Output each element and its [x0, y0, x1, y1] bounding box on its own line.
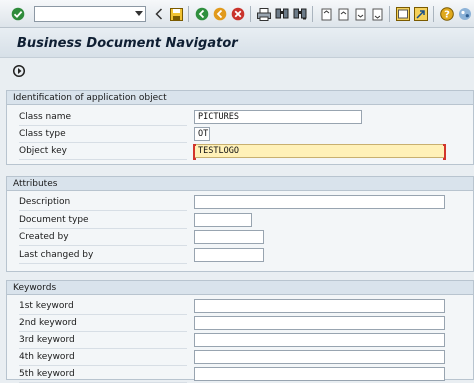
class-name-label: Class name	[19, 109, 187, 126]
keyword-2-label: 2nd keyword	[19, 315, 187, 332]
keyword-5-row: 5th keyword	[7, 366, 473, 383]
created-by-label: Created by	[19, 229, 187, 246]
description-row: Description	[7, 194, 473, 211]
new-session-icon[interactable]	[395, 6, 411, 22]
find-next-icon[interactable]	[292, 6, 308, 22]
layout-menu-icon[interactable]	[457, 6, 473, 22]
document-type-field[interactable]	[194, 213, 252, 227]
save-icon[interactable]	[168, 6, 184, 22]
description-field[interactable]	[194, 195, 445, 209]
keyword-1-row: 1st keyword	[7, 298, 473, 315]
first-page-icon[interactable]	[318, 6, 334, 22]
enter-icon[interactable]	[10, 6, 26, 22]
back-nav-icon[interactable]	[194, 6, 210, 22]
execute-icon[interactable]	[12, 64, 26, 78]
required-marker-left	[193, 144, 196, 160]
keyword-2-field[interactable]	[194, 316, 445, 330]
created-by-field[interactable]	[194, 230, 264, 244]
class-type-field[interactable]: OT	[194, 127, 210, 141]
page-title: Business Document Navigator	[17, 36, 238, 51]
chevron-down-icon[interactable]	[135, 11, 143, 16]
class-type-row: Class type OT	[7, 126, 473, 143]
next-page-icon[interactable]	[352, 6, 368, 22]
description-label: Description	[19, 194, 187, 211]
last-changed-by-label: Last changed by	[19, 247, 187, 264]
cancel-icon[interactable]	[230, 6, 246, 22]
find-icon[interactable]	[274, 6, 290, 22]
class-name-row: Class name PICTURES	[7, 109, 473, 126]
keyword-1-field[interactable]	[194, 299, 445, 313]
last-changed-by-field[interactable]	[194, 248, 264, 262]
command-field[interactable]	[34, 6, 146, 22]
exit-icon[interactable]	[212, 6, 228, 22]
keywords-frame: Keywords 1st keyword 2nd keyword 3rd key…	[6, 280, 474, 383]
object-key-value: TESTLOGO	[198, 146, 239, 156]
help-icon[interactable]: ?	[439, 6, 455, 22]
shortcut-icon[interactable]	[413, 6, 429, 22]
identification-frame: Identification of application object Cla…	[6, 90, 474, 165]
application-toolbar	[0, 58, 474, 84]
required-marker-right	[443, 144, 446, 160]
print-icon[interactable]	[256, 6, 272, 22]
keyword-3-field[interactable]	[194, 333, 445, 347]
object-key-row: Object key TESTLOGO	[7, 143, 473, 160]
keyword-3-row: 3rd keyword	[7, 332, 473, 349]
attributes-frame: Attributes Description Document type Cre…	[6, 176, 474, 272]
last-changed-by-row: Last changed by	[7, 247, 473, 264]
keyword-4-label: 4th keyword	[19, 349, 187, 366]
last-page-icon[interactable]	[369, 6, 385, 22]
class-type-label: Class type	[19, 126, 187, 143]
object-key-field[interactable]: TESTLOGO	[193, 144, 446, 160]
keyword-5-label: 5th keyword	[19, 366, 187, 383]
identification-header: Identification of application object	[7, 91, 473, 105]
system-toolbar: ?	[0, 0, 474, 28]
keywords-header: Keywords	[7, 281, 473, 295]
document-type-row: Document type	[7, 212, 473, 229]
title-bar: Business Document Navigator	[0, 28, 474, 58]
attributes-header: Attributes	[7, 177, 473, 191]
keyword-4-field[interactable]	[194, 350, 445, 364]
keyword-2-row: 2nd keyword	[7, 315, 473, 332]
back-arrow-icon[interactable]	[151, 6, 167, 22]
created-by-row: Created by	[7, 229, 473, 246]
prev-page-icon[interactable]	[335, 6, 351, 22]
keyword-1-label: 1st keyword	[19, 298, 187, 315]
svg-text:?: ?	[444, 10, 450, 21]
keyword-3-label: 3rd keyword	[19, 332, 187, 349]
class-name-field[interactable]: PICTURES	[194, 110, 362, 124]
keyword-4-row: 4th keyword	[7, 349, 473, 366]
object-key-label: Object key	[19, 143, 187, 160]
document-type-label: Document type	[19, 212, 187, 229]
